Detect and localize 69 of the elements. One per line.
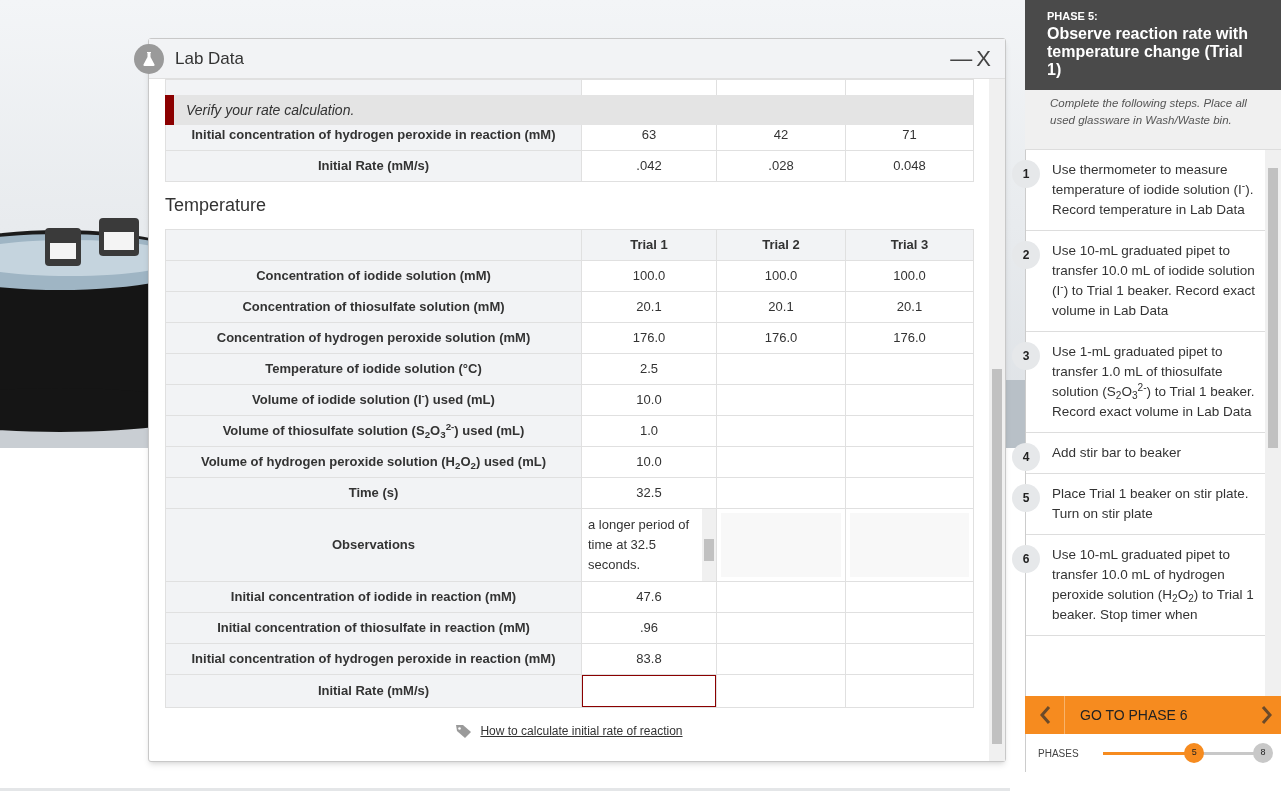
scrollbar[interactable] [989, 79, 1005, 761]
table-cell: 100.0 [845, 260, 974, 292]
table-cell: 20.1 [716, 291, 846, 323]
column-header: Trial 2 [716, 229, 846, 261]
step-text: Use 10-mL graduated pipet to transfer 10.0 mL of hydrogen peroxide solution (H$_{2}$O$_{2}$) to Trial 1 beaker. Stop timer when [1052, 546, 1255, 624]
table-cell: 2.5 [581, 353, 717, 385]
table-cell: 176.0 [845, 322, 974, 354]
row-label: Initial Rate (mM/s) [165, 674, 582, 708]
rate-input-field[interactable] [582, 675, 716, 707]
table-cell: 0.048 [845, 150, 974, 182]
current-phase-marker: 5 [1184, 742, 1205, 763]
table-cell: 83.8 [581, 643, 717, 675]
step-text: Use thermometer to measure temperature of iodide solution (I$^{-}$). Record temperature in Lab Data [1052, 161, 1255, 219]
next-phase-button[interactable]: GO TO PHASE 6 [1025, 696, 1281, 734]
row-label: Volume of hydrogen peroxide solution (H$_{2}$O$_{2}$) used (mL) [165, 446, 582, 478]
table-cell: 10.0 [581, 446, 717, 478]
scrollbar[interactable] [702, 509, 716, 581]
tag-icon [455, 723, 473, 739]
step-number: 1 [1012, 160, 1040, 188]
table-cell: 176.0 [716, 322, 846, 354]
table-cell: 32.5 [581, 477, 717, 509]
row-label: Concentration of hydrogen peroxide solution (mM) [165, 322, 582, 354]
row-label: Volume of iodide solution (I$^{-}$) used (mL) [165, 384, 582, 416]
alert-marker [165, 95, 174, 125]
phase-label: PHASE 5: [1047, 9, 1099, 24]
column-header: Trial 3 [845, 229, 974, 261]
table-cell: 176.0 [581, 322, 717, 354]
row-label: Concentration of iodide solution (mM) [165, 260, 582, 292]
table-cell: 20.1 [581, 291, 717, 323]
step-number: 3 [1012, 342, 1040, 370]
minimize-button[interactable]: — [950, 47, 973, 70]
table-cell: 20.1 [845, 291, 974, 323]
table-cell: 100.0 [581, 260, 717, 292]
step-number: 4 [1012, 443, 1040, 471]
row-label: Initial Rate (mM/s) [165, 150, 582, 182]
scrollbar[interactable] [1265, 150, 1281, 696]
table-cell: 1.0 [581, 415, 717, 447]
column-header: Trial 1 [581, 229, 717, 261]
step-text: Use 10-mL graduated pipet to transfer 10.0 mL of iodide solution (I$^{-}$) to Trial 1 beaker. Record exact volume in Lab Data [1052, 242, 1256, 320]
row-label: Initial concentration of thiosulfate in reaction (mM) [165, 612, 582, 644]
chevron-left-icon [1038, 705, 1051, 725]
step-text: Place Trial 1 beaker on stir plate. Turn on stir plate [1052, 485, 1250, 523]
alert-text: Verify your rate calculation. [186, 100, 355, 120]
table-cell: .96 [581, 612, 717, 644]
phase-title: Observe reaction rate with temperature change (Trial 1) [1047, 24, 1249, 79]
row-label: Time (s) [165, 477, 582, 509]
section-title: Temperature [165, 194, 268, 217]
row-label: Volume of thiosulfate solution (S$_{2}$O$_{3}$$^{2-}$) used (mL) [165, 415, 582, 447]
step-number: 5 [1012, 484, 1040, 512]
row-label: Initial concentration of iodide in reaction (mM) [165, 581, 582, 613]
instructions: Complete the following steps. Place all used glassware in Wash/Waste bin. [1025, 90, 1281, 150]
step-text: Use 1-mL graduated pipet to transfer 1.0 mL of thiosulfate solution (S$_{2}$O$_{3}$$^{2-}$) to Trial 1 beaker. Record exact volume in Lab Data [1052, 343, 1256, 421]
table-cell: 10.0 [581, 384, 717, 416]
row-label: Concentration of thiosulfate solution (mM) [165, 291, 582, 323]
close-button[interactable]: X [976, 47, 991, 70]
table-cell: 100.0 [716, 260, 846, 292]
step-text: Add stir bar to beaker [1052, 444, 1183, 462]
table-cell: .042 [581, 150, 717, 182]
help-link[interactable]: How to calculate initial rate of reaction [480, 722, 683, 740]
window-title: Lab Data [175, 47, 244, 70]
chevron-right-icon [1261, 705, 1273, 725]
row-label: Temperature of iodide solution (°C) [165, 353, 582, 385]
table-cell: 47.6 [581, 581, 717, 613]
row-label: Observations [165, 508, 582, 582]
phases-label: PHASES [1038, 746, 1079, 761]
table-cell: .028 [716, 150, 846, 182]
step-number: 6 [1012, 545, 1040, 573]
row-label: Initial concentration of hydrogen peroxide in reaction (mM) [165, 643, 582, 675]
last-phase-marker: 8 [1253, 742, 1273, 763]
